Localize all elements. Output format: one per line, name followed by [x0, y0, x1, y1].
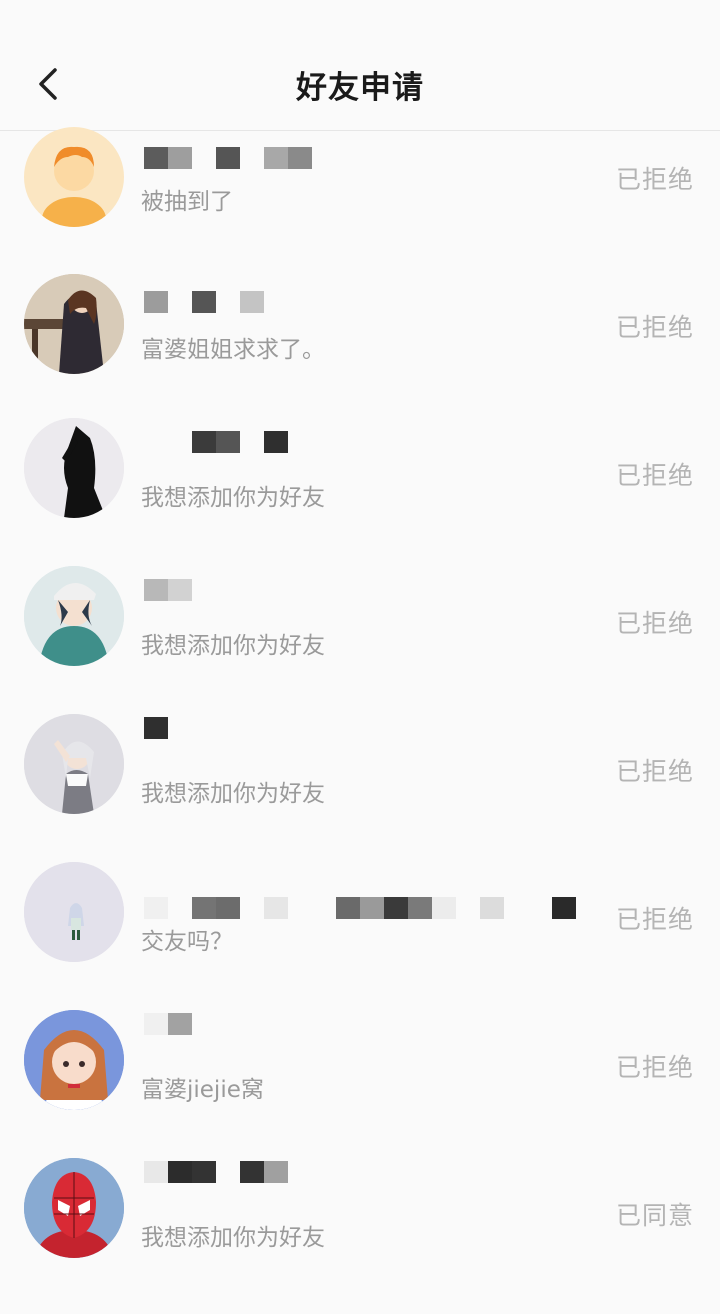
avatar: [24, 127, 124, 227]
request-status: 已同意: [615, 1201, 694, 1230]
avatar: [24, 862, 124, 962]
request-status: 已拒绝: [615, 905, 694, 934]
friend-request-item[interactable]: 我想添加你为好友 已拒绝: [0, 418, 720, 574]
avatar: [24, 1010, 124, 1110]
request-status: 已拒绝: [615, 757, 694, 786]
contact-name-redacted: [144, 290, 264, 314]
page-title: 好友申请: [296, 70, 424, 106]
request-status: 已拒绝: [615, 609, 694, 638]
contact-name-redacted: [144, 716, 168, 740]
request-message: 我想添加你为好友: [141, 1225, 325, 1251]
request-status: 已拒绝: [615, 461, 694, 490]
friend-request-list: 被抽到了 已拒绝 富婆姐姐求求了。 已拒绝 我想添加你为好友 已拒绝 我想添加你…: [0, 127, 720, 1314]
request-message: 我想添加你为好友: [141, 485, 325, 511]
request-status: 已拒绝: [615, 165, 694, 194]
request-status: 已拒绝: [615, 1053, 694, 1082]
friend-request-item[interactable]: 交友吗？ 已拒绝: [0, 862, 720, 1018]
request-message: 被抽到了: [141, 189, 233, 215]
avatar: [24, 418, 124, 518]
request-message: 富婆jiejie窝: [141, 1077, 264, 1103]
avatar: [24, 566, 124, 666]
request-message: 我想添加你为好友: [141, 633, 325, 659]
friend-request-item[interactable]: 我想添加你为好友 已同意: [0, 1158, 720, 1314]
contact-name-redacted: [144, 896, 576, 920]
request-status: 已拒绝: [615, 313, 694, 342]
contact-name-redacted: [144, 1012, 192, 1036]
friend-request-item[interactable]: 我想添加你为好友 已拒绝: [0, 714, 720, 870]
contact-name-redacted: [144, 146, 312, 170]
friend-request-item[interactable]: 富婆姐姐求求了。 已拒绝: [0, 274, 720, 426]
avatar: [24, 274, 124, 374]
contact-name-redacted: [144, 430, 288, 454]
avatar: [24, 1158, 124, 1258]
friend-request-item[interactable]: 我想添加你为好友 已拒绝: [0, 566, 720, 722]
request-message: 富婆姐姐求求了。: [141, 337, 325, 363]
top-bar: 好友申请: [0, 0, 720, 131]
request-message: 交友吗？: [141, 929, 233, 955]
avatar: [24, 714, 124, 814]
friend-request-item[interactable]: 被抽到了 已拒绝: [0, 127, 720, 278]
contact-name-redacted: [144, 1160, 288, 1184]
friend-request-item[interactable]: 富婆jiejie窝 已拒绝: [0, 1010, 720, 1166]
contact-name-redacted: [144, 578, 192, 602]
request-message: 我想添加你为好友: [141, 781, 325, 807]
